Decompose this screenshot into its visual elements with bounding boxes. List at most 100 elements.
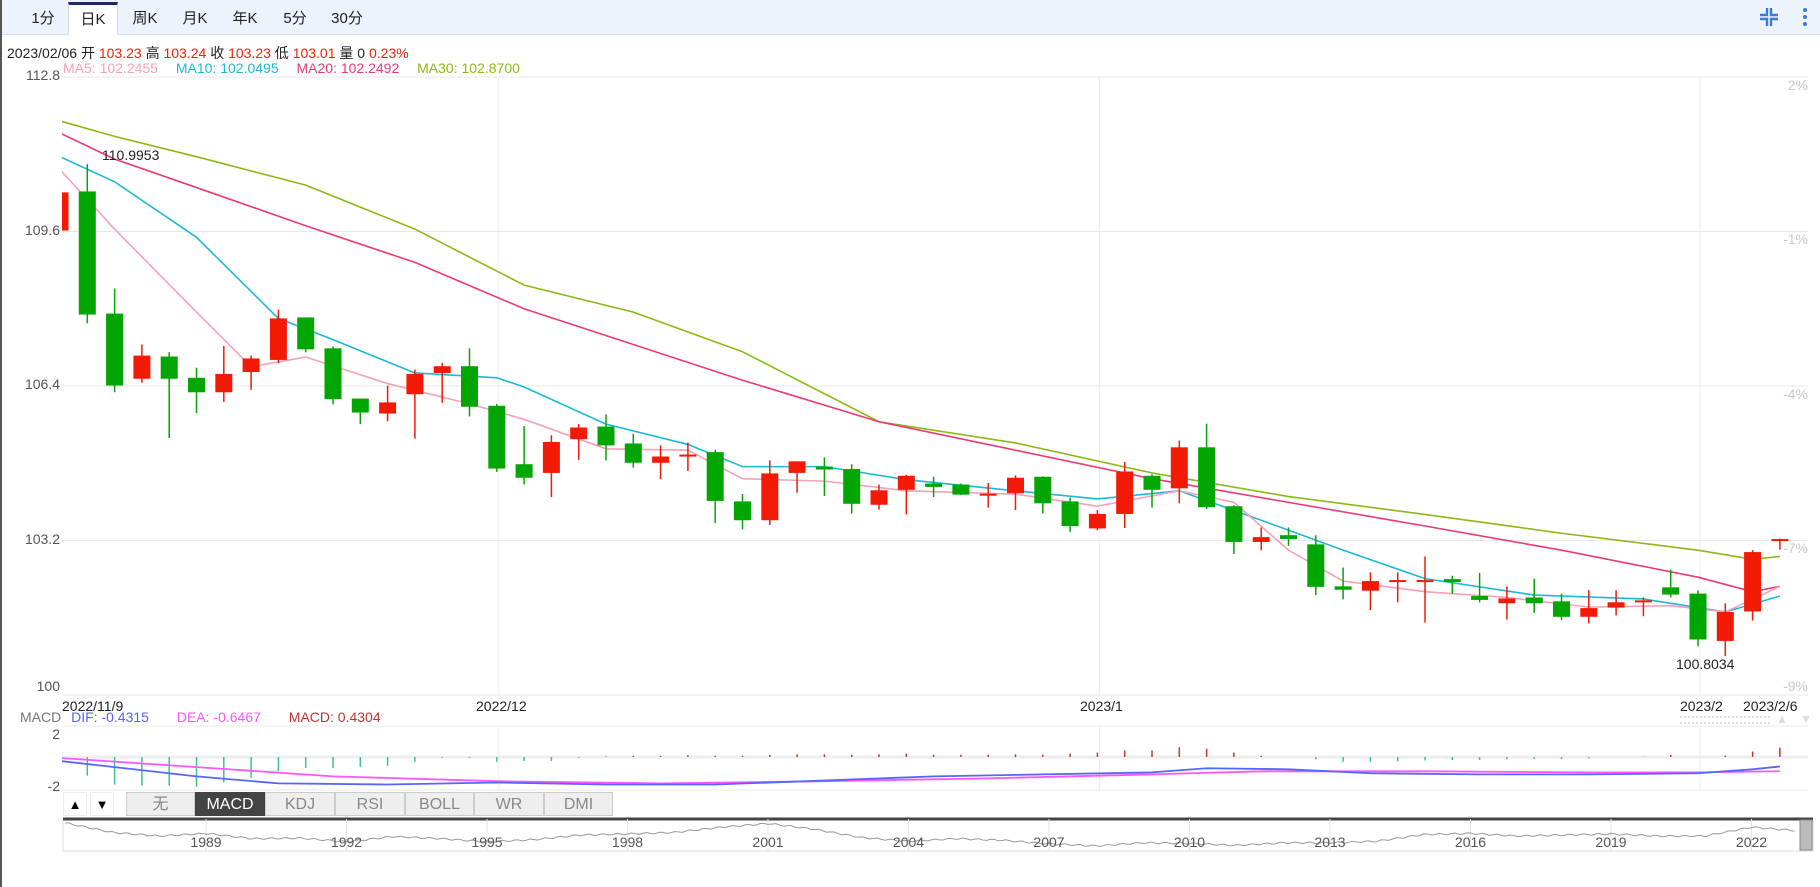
candle-body bbox=[324, 348, 342, 400]
indicator-tab-dmi[interactable]: DMI bbox=[544, 792, 613, 816]
candle bbox=[706, 449, 724, 524]
indicator-tab-macd[interactable]: MACD bbox=[195, 792, 265, 816]
candle-body bbox=[515, 464, 533, 478]
candle-body bbox=[815, 466, 833, 470]
candle-body bbox=[652, 456, 670, 463]
candle-body bbox=[952, 484, 970, 495]
candle-body bbox=[1116, 471, 1134, 514]
navigator-year-label: 2022 bbox=[1735, 834, 1768, 850]
candle-body bbox=[1007, 477, 1024, 494]
candle bbox=[542, 435, 560, 498]
indicator-tab-wr[interactable]: WR bbox=[474, 792, 544, 816]
candle bbox=[62, 192, 69, 231]
candle bbox=[1361, 572, 1379, 611]
candle-body bbox=[870, 490, 888, 505]
indicator-tab-kdj[interactable]: KDJ bbox=[265, 792, 335, 816]
candle-body bbox=[1198, 447, 1216, 508]
x-tick-label: 2023/2/6 bbox=[1743, 698, 1798, 714]
candle-body bbox=[1471, 596, 1489, 600]
candle bbox=[952, 483, 970, 496]
candle-body bbox=[1280, 535, 1297, 540]
candle-body bbox=[788, 461, 806, 473]
candle-body bbox=[843, 469, 861, 504]
candle-body bbox=[1580, 608, 1598, 617]
candle-body bbox=[433, 366, 451, 373]
candle-body bbox=[1634, 600, 1652, 603]
dea-line bbox=[61, 757, 1780, 785]
navigator-year-label: 2010 bbox=[1173, 834, 1206, 850]
candle-body bbox=[297, 317, 315, 350]
candle-body bbox=[62, 192, 69, 231]
macd-value-legend: MACD: 0.4304 bbox=[288, 709, 381, 725]
candle-body bbox=[1361, 581, 1379, 591]
candle-body bbox=[1225, 506, 1243, 542]
indicator-down-button[interactable]: ▼ bbox=[90, 792, 114, 816]
navigator-year-label: 1995 bbox=[471, 834, 503, 850]
zoom-out-arrow-icon[interactable]: ▼ bbox=[1800, 712, 1812, 726]
candle bbox=[351, 398, 369, 425]
candle bbox=[624, 433, 642, 468]
candle-body bbox=[925, 483, 943, 487]
candle bbox=[515, 426, 533, 485]
candle bbox=[1307, 535, 1325, 596]
candle bbox=[1553, 593, 1570, 621]
candle bbox=[734, 494, 751, 530]
candle-body bbox=[624, 443, 642, 463]
ma30-line bbox=[62, 120, 1780, 561]
candle-body bbox=[188, 377, 205, 393]
navigator-year-label: 2016 bbox=[1454, 834, 1487, 850]
candle-body bbox=[461, 366, 478, 407]
max-price-annotation: 110.9953 bbox=[102, 147, 160, 163]
candle-body bbox=[1389, 580, 1407, 583]
zoom-in-arrow-icon[interactable]: ▲ bbox=[1776, 712, 1788, 726]
candle-body bbox=[761, 473, 779, 521]
candle bbox=[1416, 556, 1434, 623]
min-price-annotation: 100.8034 bbox=[1676, 656, 1735, 672]
navigator-year-label: 1998 bbox=[611, 834, 644, 850]
candle-body bbox=[734, 501, 751, 521]
candle bbox=[1088, 510, 1106, 531]
navigator-year-label: 1992 bbox=[330, 834, 363, 850]
candle-body bbox=[488, 405, 506, 469]
candle bbox=[433, 362, 451, 403]
candle-body bbox=[1088, 513, 1106, 529]
candle-body bbox=[1716, 611, 1734, 641]
dif-legend: DIF: -0.4315 bbox=[71, 709, 149, 725]
candle bbox=[106, 288, 124, 393]
candle bbox=[1007, 475, 1024, 511]
candle bbox=[1689, 590, 1707, 647]
indicator-up-button[interactable]: ▲ bbox=[63, 792, 87, 816]
candle bbox=[269, 309, 287, 364]
indicator-tab-none[interactable]: 无 bbox=[126, 792, 195, 816]
candle-body bbox=[78, 191, 96, 315]
candle bbox=[188, 367, 205, 414]
candlestick-chart[interactable] bbox=[0, 0, 1820, 887]
candle bbox=[1198, 423, 1216, 510]
navigator-handle[interactable] bbox=[1799, 819, 1813, 851]
macd-title: MACD bbox=[20, 709, 62, 725]
dea-legend: DEA: -0.6467 bbox=[176, 709, 261, 725]
zoom-range-track[interactable] bbox=[1680, 716, 1770, 724]
candle bbox=[843, 464, 861, 514]
candle-body bbox=[160, 356, 178, 379]
indicator-tab-rsi[interactable]: RSI bbox=[335, 792, 405, 816]
candle-body bbox=[1252, 537, 1270, 542]
candle bbox=[1143, 474, 1161, 508]
candle-body bbox=[106, 313, 124, 386]
candle-body bbox=[269, 318, 287, 360]
candle-body bbox=[706, 452, 724, 501]
candle bbox=[1170, 440, 1188, 504]
x-tick-label: 2022/12 bbox=[476, 698, 527, 714]
candle-body bbox=[1771, 539, 1789, 542]
candle-body bbox=[1443, 579, 1461, 583]
candle-body bbox=[1689, 593, 1707, 640]
macd-legend: MACD DIF: -0.4315 DEA: -0.6467 MACD: 0.4… bbox=[20, 709, 405, 725]
candle-body bbox=[1170, 447, 1188, 489]
x-tick-label: 2023/2 bbox=[1680, 698, 1723, 714]
candle bbox=[1744, 550, 1762, 621]
candle-body bbox=[351, 398, 369, 413]
candle bbox=[379, 385, 397, 422]
indicator-tab-boll[interactable]: BOLL bbox=[405, 792, 474, 816]
candle bbox=[488, 403, 506, 472]
candle-body bbox=[215, 373, 233, 393]
